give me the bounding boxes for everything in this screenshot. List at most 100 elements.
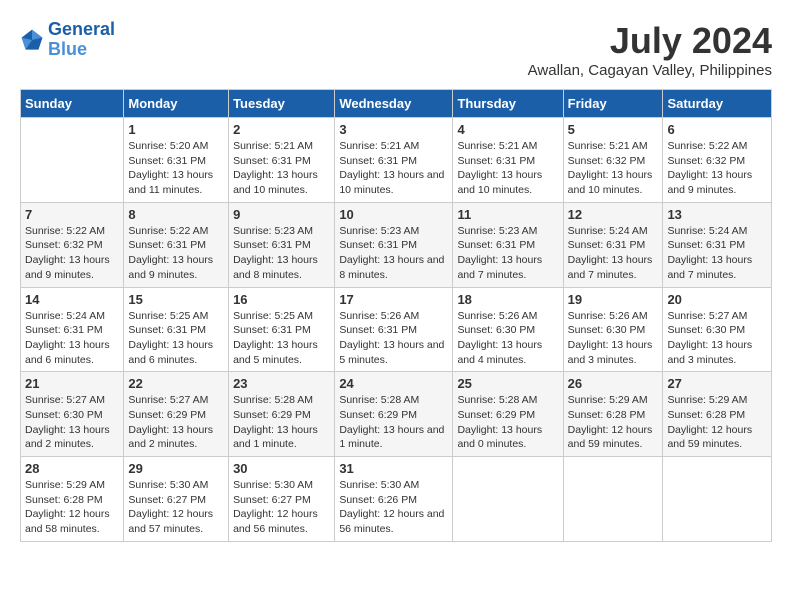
day-number: 15 bbox=[128, 292, 224, 307]
day-info: Sunrise: 5:21 AM Sunset: 6:31 PM Dayligh… bbox=[339, 139, 448, 198]
day-number: 6 bbox=[667, 122, 767, 137]
month-title: July 2024 bbox=[528, 20, 772, 62]
calendar-cell: 4Sunrise: 5:21 AM Sunset: 6:31 PM Daylig… bbox=[453, 118, 563, 203]
day-info: Sunrise: 5:23 AM Sunset: 6:31 PM Dayligh… bbox=[339, 224, 448, 283]
calendar-cell: 26 Sunrise: 5:29 AM Sunset: 6:28 PM Dayli… bbox=[563, 372, 663, 457]
day-number: 24 bbox=[339, 376, 448, 391]
day-number: 17 bbox=[339, 292, 448, 307]
calendar-cell: 1Sunrise: 5:20 AM Sunset: 6:31 PM Daylig… bbox=[124, 118, 229, 203]
day-info: Sunrise: 5:20 AM Sunset: 6:31 PM Dayligh… bbox=[128, 139, 224, 198]
calendar-cell: 27 Sunrise: 5:29 AM Sunset: 6:28 PM Dayli… bbox=[663, 372, 772, 457]
calendar-cell: 13Sunrise: 5:24 AM Sunset: 6:31 PM Dayli… bbox=[663, 202, 772, 287]
calendar-cell: 28 Sunrise: 5:29 AM Sunset: 6:28 PM Dayli… bbox=[21, 457, 124, 542]
weekday-header: Wednesday bbox=[335, 90, 453, 118]
day-info: Sunrise: 5:28 AM Sunset: 6:29 PM Dayligh… bbox=[233, 393, 330, 452]
day-info: Sunrise: 5:26 AM Sunset: 6:31 PM Dayligh… bbox=[339, 309, 448, 368]
calendar-cell: 30Sunrise: 5:30 AM Sunset: 6:27 PM Dayli… bbox=[229, 457, 335, 542]
day-info: Sunrise: 5:23 AM Sunset: 6:31 PM Dayligh… bbox=[457, 224, 558, 283]
day-info: Sunrise: 5:23 AM Sunset: 6:31 PM Dayligh… bbox=[233, 224, 330, 283]
calendar-cell bbox=[453, 457, 563, 542]
calendar-cell: 2Sunrise: 5:21 AM Sunset: 6:31 PM Daylig… bbox=[229, 118, 335, 203]
logo: GeneralBlue bbox=[20, 20, 115, 60]
day-info: Sunrise: 5:29 AM Sunset: 6:28 PM Dayligh… bbox=[25, 478, 119, 537]
day-number: 31 bbox=[339, 461, 448, 476]
calendar-cell: 5 Sunrise: 5:21 AM Sunset: 6:32 PM Daylig… bbox=[563, 118, 663, 203]
day-info: Sunrise: 5:28 AM Sunset: 6:29 PM Dayligh… bbox=[457, 393, 558, 452]
day-info: Sunrise: 5:26 AM Sunset: 6:30 PM Dayligh… bbox=[568, 309, 659, 368]
calendar-cell: 9 Sunrise: 5:23 AM Sunset: 6:31 PM Daylig… bbox=[229, 202, 335, 287]
calendar-cell: 6 Sunrise: 5:22 AM Sunset: 6:32 PM Daylig… bbox=[663, 118, 772, 203]
calendar-cell: 11 Sunrise: 5:23 AM Sunset: 6:31 PM Dayli… bbox=[453, 202, 563, 287]
weekday-header: Sunday bbox=[21, 90, 124, 118]
day-number: 10 bbox=[339, 207, 448, 222]
calendar-cell: 31 Sunrise: 5:30 AM Sunset: 6:26 PM Dayli… bbox=[335, 457, 453, 542]
day-number: 28 bbox=[25, 461, 119, 476]
title-section: July 2024 Awallan, Cagayan Valley, Phili… bbox=[528, 20, 772, 79]
calendar-cell: 14 Sunrise: 5:24 AM Sunset: 6:31 PM Dayli… bbox=[21, 287, 124, 372]
day-info: Sunrise: 5:24 AM Sunset: 6:31 PM Dayligh… bbox=[25, 309, 119, 368]
day-number: 14 bbox=[25, 292, 119, 307]
weekday-header: Monday bbox=[124, 90, 229, 118]
day-info: Sunrise: 5:21 AM Sunset: 6:31 PM Dayligh… bbox=[233, 139, 330, 198]
day-info: Sunrise: 5:27 AM Sunset: 6:30 PM Dayligh… bbox=[25, 393, 119, 452]
day-number: 8 bbox=[128, 207, 224, 222]
day-info: Sunrise: 5:24 AM Sunset: 6:31 PM Dayligh… bbox=[667, 224, 767, 283]
day-info: Sunrise: 5:27 AM Sunset: 6:29 PM Dayligh… bbox=[128, 393, 224, 452]
day-info: Sunrise: 5:24 AM Sunset: 6:31 PM Dayligh… bbox=[568, 224, 659, 283]
day-info: Sunrise: 5:30 AM Sunset: 6:26 PM Dayligh… bbox=[339, 478, 448, 537]
calendar-cell: 19 Sunrise: 5:26 AM Sunset: 6:30 PM Dayli… bbox=[563, 287, 663, 372]
calendar-table: SundayMondayTuesdayWednesdayThursdayFrid… bbox=[20, 89, 772, 542]
calendar-cell: 8 Sunrise: 5:22 AM Sunset: 6:31 PM Daylig… bbox=[124, 202, 229, 287]
day-info: Sunrise: 5:22 AM Sunset: 6:32 PM Dayligh… bbox=[25, 224, 119, 283]
day-info: Sunrise: 5:30 AM Sunset: 6:27 PM Dayligh… bbox=[128, 478, 224, 537]
day-number: 29 bbox=[128, 461, 224, 476]
day-number: 5 bbox=[568, 122, 659, 137]
calendar-cell: 16Sunrise: 5:25 AM Sunset: 6:31 PM Dayli… bbox=[229, 287, 335, 372]
calendar-cell: 17 Sunrise: 5:26 AM Sunset: 6:31 PM Dayli… bbox=[335, 287, 453, 372]
calendar-cell: 22 Sunrise: 5:27 AM Sunset: 6:29 PM Dayli… bbox=[124, 372, 229, 457]
day-info: Sunrise: 5:29 AM Sunset: 6:28 PM Dayligh… bbox=[568, 393, 659, 452]
day-info: Sunrise: 5:29 AM Sunset: 6:28 PM Dayligh… bbox=[667, 393, 767, 452]
calendar-cell: 24Sunrise: 5:28 AM Sunset: 6:29 PM Dayli… bbox=[335, 372, 453, 457]
day-number: 11 bbox=[457, 207, 558, 222]
calendar-cell: 23 Sunrise: 5:28 AM Sunset: 6:29 PM Dayli… bbox=[229, 372, 335, 457]
page-header: GeneralBlue July 2024 Awallan, Cagayan V… bbox=[20, 20, 772, 79]
calendar-week-row: 21 Sunrise: 5:27 AM Sunset: 6:30 PM Dayli… bbox=[21, 372, 772, 457]
calendar-cell: 15Sunrise: 5:25 AM Sunset: 6:31 PM Dayli… bbox=[124, 287, 229, 372]
weekday-header-row: SundayMondayTuesdayWednesdayThursdayFrid… bbox=[21, 90, 772, 118]
weekday-header: Tuesday bbox=[229, 90, 335, 118]
calendar-cell: 25Sunrise: 5:28 AM Sunset: 6:29 PM Dayli… bbox=[453, 372, 563, 457]
calendar-cell: 12Sunrise: 5:24 AM Sunset: 6:31 PM Dayli… bbox=[563, 202, 663, 287]
weekday-header: Friday bbox=[563, 90, 663, 118]
day-number: 4 bbox=[457, 122, 558, 137]
day-number: 16 bbox=[233, 292, 330, 307]
day-number: 18 bbox=[457, 292, 558, 307]
day-number: 23 bbox=[233, 376, 330, 391]
calendar-cell bbox=[663, 457, 772, 542]
day-number: 9 bbox=[233, 207, 330, 222]
day-number: 19 bbox=[568, 292, 659, 307]
calendar-cell: 10 Sunrise: 5:23 AM Sunset: 6:31 PM Dayli… bbox=[335, 202, 453, 287]
day-info: Sunrise: 5:30 AM Sunset: 6:27 PM Dayligh… bbox=[233, 478, 330, 537]
calendar-cell bbox=[21, 118, 124, 203]
day-number: 21 bbox=[25, 376, 119, 391]
weekday-header: Thursday bbox=[453, 90, 563, 118]
calendar-cell: 7Sunrise: 5:22 AM Sunset: 6:32 PM Daylig… bbox=[21, 202, 124, 287]
day-info: Sunrise: 5:21 AM Sunset: 6:32 PM Dayligh… bbox=[568, 139, 659, 198]
day-number: 20 bbox=[667, 292, 767, 307]
day-number: 3 bbox=[339, 122, 448, 137]
calendar-week-row: 28 Sunrise: 5:29 AM Sunset: 6:28 PM Dayli… bbox=[21, 457, 772, 542]
calendar-cell: 3 Sunrise: 5:21 AM Sunset: 6:31 PM Daylig… bbox=[335, 118, 453, 203]
logo-text: GeneralBlue bbox=[48, 20, 115, 60]
weekday-header: Saturday bbox=[663, 90, 772, 118]
calendar-week-row: 7Sunrise: 5:22 AM Sunset: 6:32 PM Daylig… bbox=[21, 202, 772, 287]
day-info: Sunrise: 5:22 AM Sunset: 6:31 PM Dayligh… bbox=[128, 224, 224, 283]
day-number: 26 bbox=[568, 376, 659, 391]
day-info: Sunrise: 5:26 AM Sunset: 6:30 PM Dayligh… bbox=[457, 309, 558, 368]
day-number: 27 bbox=[667, 376, 767, 391]
day-number: 22 bbox=[128, 376, 224, 391]
calendar-cell: 29 Sunrise: 5:30 AM Sunset: 6:27 PM Dayli… bbox=[124, 457, 229, 542]
day-info: Sunrise: 5:22 AM Sunset: 6:32 PM Dayligh… bbox=[667, 139, 767, 198]
calendar-cell: 18 Sunrise: 5:26 AM Sunset: 6:30 PM Dayli… bbox=[453, 287, 563, 372]
day-info: Sunrise: 5:27 AM Sunset: 6:30 PM Dayligh… bbox=[667, 309, 767, 368]
